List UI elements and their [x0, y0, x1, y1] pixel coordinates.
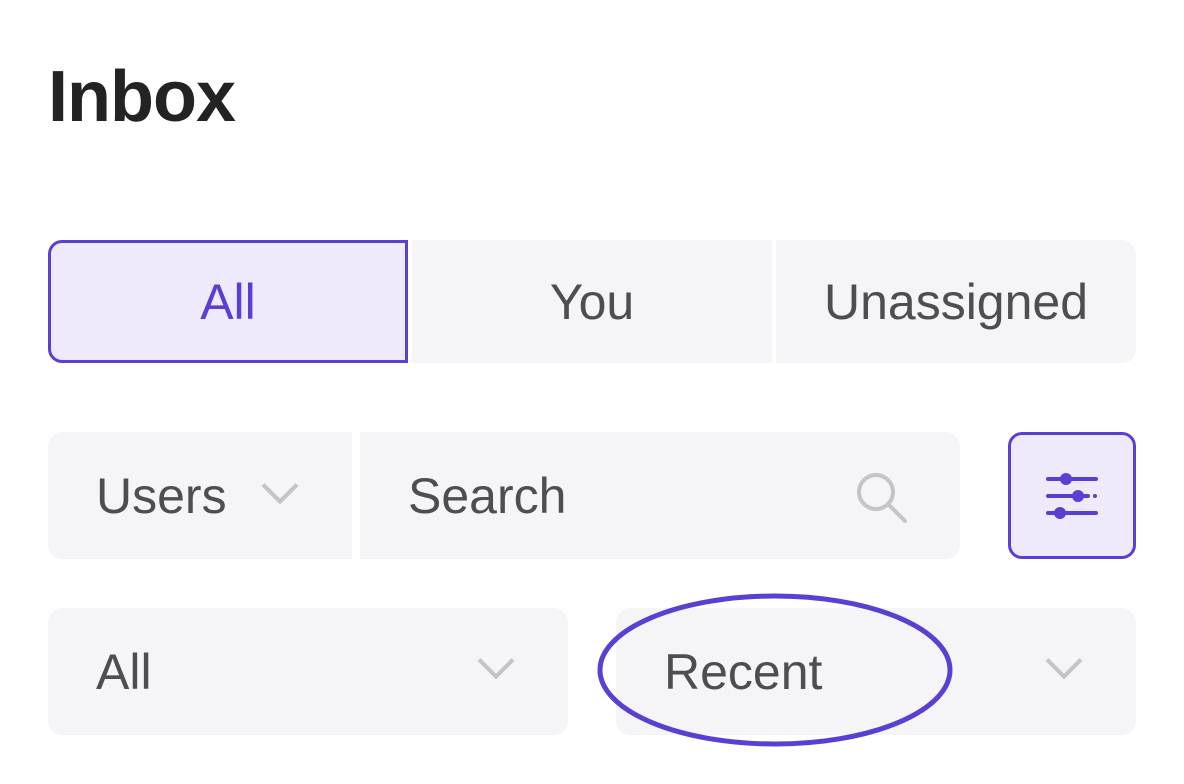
sliders-icon	[1046, 472, 1098, 519]
search-field[interactable]	[360, 432, 960, 559]
status-dropdown[interactable]: All	[48, 608, 568, 735]
assignment-tabs: All You Unassigned	[48, 240, 1136, 363]
filter-button[interactable]	[1008, 432, 1136, 559]
search-row: Users	[48, 432, 1136, 559]
sort-row: All Recent	[48, 608, 1136, 735]
tab-you[interactable]: You	[412, 240, 772, 363]
chevron-down-icon	[1045, 642, 1083, 680]
users-dropdown[interactable]: Users	[48, 432, 352, 559]
search-icon[interactable]	[854, 470, 910, 526]
chevron-down-icon	[477, 642, 515, 680]
search-input[interactable]	[408, 466, 828, 525]
sort-dropdown[interactable]: Recent	[616, 608, 1136, 735]
page-title: Inbox	[48, 57, 236, 137]
inbox-page: Inbox All You Unassigned Users Search Al…	[0, 0, 1184, 784]
tab-unassigned[interactable]: Unassigned	[776, 240, 1136, 363]
sort-dropdown-label: Recent	[664, 643, 823, 700]
tab-all[interactable]: All	[48, 240, 408, 363]
users-dropdown-label: Users	[96, 467, 227, 524]
status-dropdown-label: All	[96, 643, 152, 700]
chevron-down-icon	[261, 467, 299, 505]
